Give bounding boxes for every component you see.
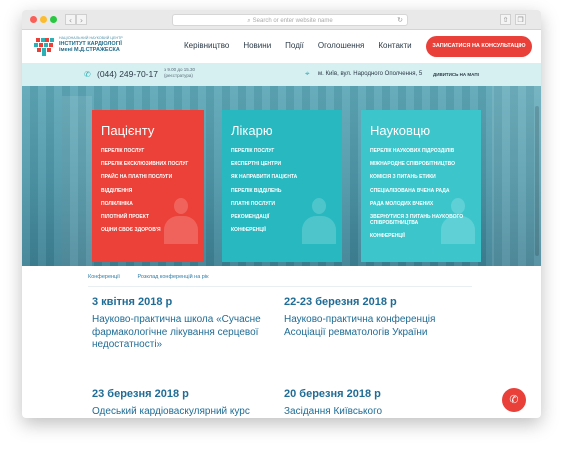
event-title[interactable]: Науково-практична конференція Асоціації … xyxy=(284,314,474,339)
doctor-card-title[interactable]: Лікарю xyxy=(231,123,333,138)
forward-button[interactable]: › xyxy=(76,14,87,25)
map-pin-icon: ⌖ xyxy=(305,69,310,78)
background-building xyxy=(62,96,92,266)
patient-link[interactable]: ПЕРЕЛІК ПОСЛУГ xyxy=(101,148,195,154)
scientist-link[interactable]: МІЖНАРОДНЕ СПІВРОБІТНИЦТВО xyxy=(370,161,472,167)
doctor-link[interactable]: ЯК НАПРАВИТИ ПАЦІЄНТА xyxy=(231,174,333,180)
doctor-link[interactable]: ПЕРЕЛІК ВІДДІЛЕНЬ xyxy=(231,188,333,194)
working-hours: з 9.00 до 15.30 (реєстратура) xyxy=(164,67,195,79)
logo-heart-icon[interactable] xyxy=(34,36,54,56)
menu-item-news[interactable]: Новини xyxy=(243,41,271,50)
close-window-button[interactable] xyxy=(30,16,37,23)
patient-silhouette-icon xyxy=(164,198,198,244)
phone-icon: ✆ xyxy=(84,70,91,79)
tab-conference-schedule[interactable]: Розклад конференцій на рік xyxy=(137,274,208,280)
patient-link[interactable]: ПЕРЕЛІК ЕКСКЛЮЗИВНИХ ПОСЛУГ xyxy=(101,161,195,167)
divider xyxy=(88,286,472,287)
contact-bar: ✆ (044) 249-70-17 з 9.00 до 15.30 (реєст… xyxy=(22,63,541,86)
event-date: 23 березня 2018 р xyxy=(92,388,189,400)
minimize-window-button[interactable] xyxy=(40,16,47,23)
book-consultation-button[interactable]: ЗАПИСАТИСЯ НА КОНСУЛЬТАЦІЮ xyxy=(426,36,532,57)
address-text: м. Київ, вул. Народного Ополчення, 5 xyxy=(318,71,423,77)
event-date: 3 квітня 2018 р xyxy=(92,296,173,308)
event-date: 22-23 березня 2018 р xyxy=(284,296,397,308)
event-title[interactable]: Одеський кардіоваскулярний курс xyxy=(92,406,282,418)
main-menu: Керівництво Новини Події Оголошення Конт… xyxy=(184,41,426,50)
site-header: НАЦІОНАЛЬНИЙ НАУКОВИЙ ЦЕНТР ІНСТИТУТ КАР… xyxy=(22,30,541,63)
scientist-link[interactable]: ПЕРЕЛІК НАУКОВИХ ПІДРОЗДІЛІВ xyxy=(370,148,472,154)
patient-card-title[interactable]: Пацієнту xyxy=(101,123,195,138)
scientist-link[interactable]: КОМІСІЯ З ПИТАНЬ ЕТИКИ xyxy=(370,174,472,180)
logo-text[interactable]: НАЦІОНАЛЬНИЙ НАУКОВИЙ ЦЕНТР ІНСТИТУТ КАР… xyxy=(59,36,123,53)
patient-link[interactable]: ПРАЙС НА ПЛАТНІ ПОСЛУГИ xyxy=(101,174,195,180)
patient-link[interactable]: ВІДДІЛЕННЯ xyxy=(101,188,195,194)
history-nav: ‹ › xyxy=(65,14,87,25)
conference-tabs: Конференції Розклад конференцій на рік xyxy=(88,274,225,280)
event-item[interactable]: 23 березня 2018 р Одеський кардіоваскуля… xyxy=(92,388,282,418)
phone-number[interactable]: (044) 249-70-17 xyxy=(97,69,158,79)
patient-card: Пацієнту ПЕРЕЛІК ПОСЛУГ ПЕРЕЛІК ЕКСКЛЮЗИ… xyxy=(92,110,204,262)
scientist-link[interactable]: СПЕЦІАЛІЗОВАНА ВЧЕНА РАДА xyxy=(370,188,472,194)
doctor-card: Лікарю ПЕРЕЛІК ПОСЛУГ ЕКСПЕРТНІ ЦЕНТРИ Я… xyxy=(222,110,342,262)
doctor-link[interactable]: ПЕРЕЛІК ПОСЛУГ xyxy=(231,148,333,154)
background-building xyxy=(492,86,541,266)
scientist-silhouette-icon xyxy=(441,198,475,244)
maximize-window-button[interactable] xyxy=(50,16,57,23)
phone-call-button[interactable]: ✆ xyxy=(502,388,526,412)
menu-item-events[interactable]: Події xyxy=(285,41,304,50)
doctor-link[interactable]: ЕКСПЕРТНІ ЦЕНТРИ xyxy=(231,161,333,167)
event-item[interactable]: 22-23 березня 2018 р Науково-практична к… xyxy=(284,296,474,339)
tabs-icon[interactable]: ❐ xyxy=(515,14,526,25)
event-title[interactable]: Засідання Київського xyxy=(284,406,474,418)
menu-item-management[interactable]: Керівництво xyxy=(184,41,229,50)
search-icon: ⌕ xyxy=(247,17,251,24)
scientist-card-title[interactable]: Науковцю xyxy=(370,123,472,138)
scientist-card: Науковцю ПЕРЕЛІК НАУКОВИХ ПІДРОЗДІЛІВ МІ… xyxy=(361,110,481,262)
hero-section: Пацієнту ПЕРЕЛІК ПОСЛУГ ПЕРЕЛІК ЕКСКЛЮЗИ… xyxy=(22,86,541,266)
menu-item-contacts[interactable]: Контакти xyxy=(378,41,411,50)
browser-window: ‹ › ⌕ Search or enter website name ↻ ⇧ ❐ … xyxy=(22,10,541,418)
hours-line-2: (реєстратура) xyxy=(164,73,193,78)
back-button[interactable]: ‹ xyxy=(65,14,76,25)
page-scrollbar[interactable] xyxy=(535,106,539,256)
reload-icon[interactable]: ↻ xyxy=(397,15,403,26)
phone-icon: ✆ xyxy=(509,393,519,406)
website: НАЦІОНАЛЬНИЙ НАУКОВИЙ ЦЕНТР ІНСТИТУТ КАР… xyxy=(22,30,541,418)
event-title[interactable]: Науково-практична школа «Сучасне фармако… xyxy=(92,314,282,352)
tab-conferences[interactable]: Конференції xyxy=(88,274,120,280)
browser-toolbar: ‹ › ⌕ Search or enter website name ↻ ⇧ ❐ xyxy=(22,10,541,30)
event-date: 20 березня 2018 р xyxy=(284,388,381,400)
logo-line-3: імені М.Д.СТРАЖЕСКА xyxy=(59,47,120,53)
logo-line-1: НАЦІОНАЛЬНИЙ НАУКОВИЙ ЦЕНТР xyxy=(59,36,123,40)
menu-item-announcements[interactable]: Оголошення xyxy=(318,41,364,50)
address-placeholder: Search or enter website name xyxy=(252,18,333,24)
event-item[interactable]: 20 березня 2018 р Засідання Київського xyxy=(284,388,474,418)
address-bar[interactable]: ⌕ Search or enter website name ↻ xyxy=(172,14,408,26)
view-map-link[interactable]: ДИВИТИСЬ НА МАПІ xyxy=(433,72,479,77)
doctor-silhouette-icon xyxy=(302,198,336,244)
share-icon[interactable]: ⇧ xyxy=(500,14,511,25)
event-item[interactable]: 3 квітня 2018 р Науково-практична школа … xyxy=(92,296,282,352)
